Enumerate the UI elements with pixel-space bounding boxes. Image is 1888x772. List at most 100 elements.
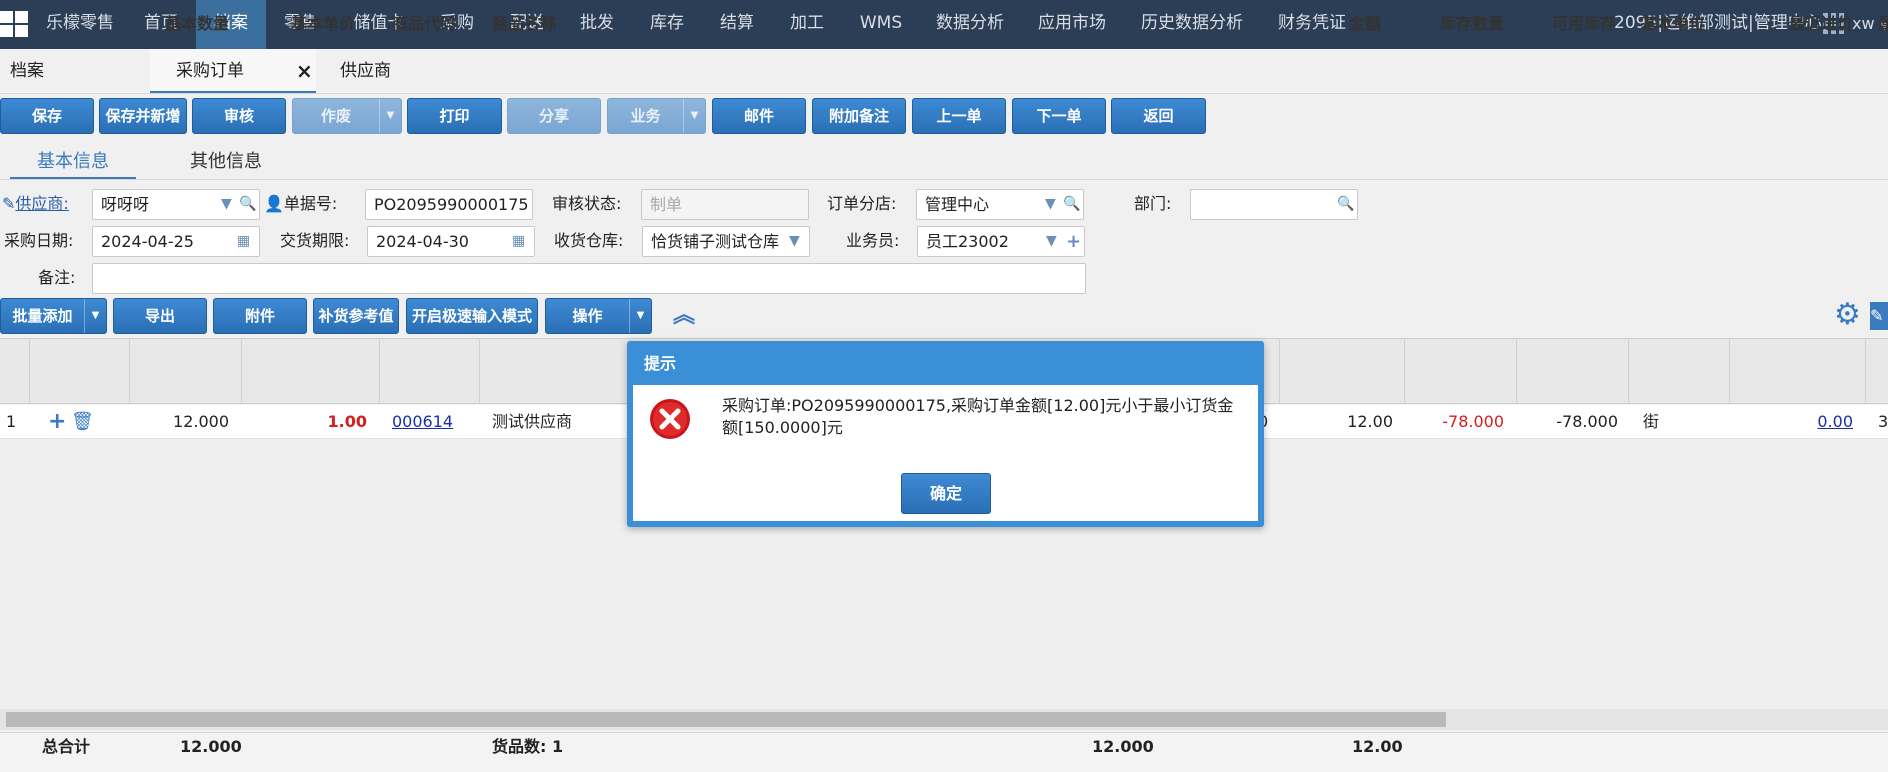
mail-button[interactable]: 邮件 <box>712 98 806 134</box>
dept-field[interactable]: 🔍 <box>1190 189 1358 220</box>
save-button[interactable]: 保存 <box>0 98 94 134</box>
cell-amount[interactable]: 12.00 <box>1279 405 1393 439</box>
tab-other-info[interactable]: 其他信息 <box>176 147 276 179</box>
tab-basic-info[interactable]: 基本信息 <box>10 147 136 179</box>
tab-archive[interactable]: 档案 <box>10 49 140 93</box>
fast-input-button[interactable]: 开启极速输入模式 <box>406 298 538 334</box>
tab-purchase-order-label: 采购订单 <box>176 61 244 81</box>
search-icon[interactable]: 🔍 <box>239 190 256 219</box>
supplier-field[interactable]: 呀呀呀 ▼ 🔍 <box>92 189 260 220</box>
col-header-last-price[interactable]: 最近进价 <box>1729 10 1853 34</box>
chevron-down-icon[interactable]: ▼ <box>221 190 232 219</box>
batch-add-button[interactable]: 批量添加 ▼ <box>0 298 107 334</box>
nav-item-data-analysis[interactable]: 数据分析 <box>928 0 1012 49</box>
share-button[interactable]: 分享 <box>507 98 601 134</box>
ops-button[interactable]: 操作 ▼ <box>545 298 652 334</box>
col-header-base-qty[interactable]: 基本数量 <box>129 10 229 34</box>
horizontal-scrollbar[interactable] <box>0 709 1888 730</box>
add-row-icon[interactable]: + <box>48 405 66 439</box>
gear-icon[interactable]: ⚙ <box>1834 298 1861 332</box>
total-sum-amount: 12.00 <box>1352 737 1403 756</box>
col-divider <box>379 338 380 404</box>
col-divider <box>241 338 242 404</box>
print-button[interactable]: 打印 <box>407 98 502 134</box>
nav-item-brand[interactable]: 乐檬零售 <box>40 0 120 49</box>
chevron-down-icon[interactable]: ▼ <box>1046 227 1057 256</box>
close-icon[interactable]: × <box>296 49 313 93</box>
void-button[interactable]: 作废 ▼ <box>292 98 402 134</box>
delivery-field[interactable]: 2024-04-30 ▦ <box>367 226 535 257</box>
void-dropdown-caret-icon[interactable]: ▼ <box>379 99 401 133</box>
trash-icon[interactable]: 🗑 <box>71 405 94 439</box>
col-header-product-code[interactable]: 商品代码 <box>392 10 456 34</box>
add-icon[interactable]: + <box>1066 227 1081 256</box>
doc-no-field[interactable]: PO2095990000175 <box>365 189 533 220</box>
cell-qty[interactable]: 12.000 <box>129 405 229 439</box>
batch-add-caret-icon[interactable]: ▼ <box>84 299 106 333</box>
cell-product-name[interactable]: 测试供应商 <box>492 405 572 439</box>
search-icon[interactable]: 🔍 <box>1337 190 1354 219</box>
business-button-label: 业务 <box>630 107 661 125</box>
nav-item-wholesale[interactable]: 批发 <box>568 0 626 49</box>
cell-last-price-link[interactable]: 0.00 <box>1729 405 1853 439</box>
tab-supplier[interactable]: 供应商 <box>340 49 480 93</box>
logo-grid-icon[interactable] <box>0 11 30 38</box>
cell-unit[interactable]: 街 <box>1643 405 1659 439</box>
add-user-icon[interactable]: 👤 <box>264 194 284 213</box>
nav-item-wms[interactable]: WMS <box>848 0 914 49</box>
ops-caret-icon[interactable]: ▼ <box>629 299 651 333</box>
scrollbar-thumb[interactable] <box>6 712 1446 727</box>
chevron-down-icon[interactable]: ▼ <box>789 227 800 256</box>
void-button-label: 作废 <box>320 107 351 125</box>
col-header-amount[interactable]: 金额 <box>1279 10 1381 34</box>
add-note-button[interactable]: 附加备注 <box>812 98 906 134</box>
audit-button[interactable]: 审核 <box>192 98 286 134</box>
dept-label: 部门: <box>1134 194 1172 213</box>
total-qty: 12.000 <box>180 737 242 756</box>
total-label: 总合计 <box>42 737 91 756</box>
col-header-base-price[interactable]: 基本单价 <box>241 10 355 34</box>
attachment-button[interactable]: 附件 <box>213 298 307 334</box>
totals-footer: 总合计 12.000 货品数: 1 12.000 12.00 <box>0 732 1888 772</box>
nav-item-history-analysis[interactable]: 历史数据分析 <box>1132 0 1252 49</box>
chevron-down-icon[interactable]: ▼ <box>1045 190 1056 219</box>
col-header-product-name[interactable]: 商品名称 <box>492 10 556 34</box>
back-button[interactable]: 返回 <box>1111 98 1206 134</box>
audit-status-label: 审核状态: <box>552 194 622 213</box>
col-header-base-unit[interactable]: 基本单位 <box>1641 10 1705 34</box>
total-sum-qty: 12.000 <box>1092 737 1154 756</box>
edit-columns-icon[interactable]: ✎ <box>1870 302 1888 330</box>
replenish-ref-button[interactable]: 补货参考值 <box>313 298 399 334</box>
nav-item-processing[interactable]: 加工 <box>778 0 836 49</box>
purchase-date-field[interactable]: 2024-04-25 ▦ <box>92 226 260 257</box>
search-icon[interactable]: 🔍 <box>1063 190 1080 219</box>
next-order-button[interactable]: 下一单 <box>1012 98 1106 134</box>
audit-status-field[interactable]: 制单 <box>641 189 809 220</box>
nav-item-app-market[interactable]: 应用市场 <box>1030 0 1114 49</box>
clerk-field[interactable]: 员工23002 ▼ + <box>917 226 1085 257</box>
cell-product-code-link[interactable]: 000614 <box>392 405 453 439</box>
cell-price[interactable]: 1.00 <box>241 405 367 439</box>
col-header-stock-qty[interactable]: 库存数量 <box>1404 10 1504 34</box>
supplier-label[interactable]: ✎供应商: <box>2 189 69 219</box>
warehouse-field[interactable]: 恰货铺子测试仓库 ▼ <box>642 226 810 257</box>
business-button[interactable]: 业务 ▼ <box>607 98 706 134</box>
collapse-up-icon[interactable]: ︽ <box>673 302 695 330</box>
calendar-icon[interactable]: ▦ <box>512 227 525 256</box>
remark-field[interactable] <box>92 263 1086 294</box>
ok-button[interactable]: 确定 <box>901 473 991 514</box>
nav-item-inventory[interactable]: 库存 <box>638 0 696 49</box>
nav-item-settlement[interactable]: 结算 <box>708 0 766 49</box>
prev-order-button[interactable]: 上一单 <box>912 98 1006 134</box>
cell-stock[interactable]: -78.000 <box>1404 405 1504 439</box>
business-dropdown-caret-icon[interactable]: ▼ <box>683 99 705 133</box>
alert-dialog: 提示 采购订单:PO2095990000175,采购订单金额[12.00]元小于… <box>627 341 1264 527</box>
calendar-icon[interactable]: ▦ <box>237 227 250 256</box>
branch-field[interactable]: 管理中心 ▼ 🔍 <box>916 189 1084 220</box>
export-button[interactable]: 导出 <box>113 298 207 334</box>
tab-purchase-order[interactable]: 采购订单 × <box>150 49 316 93</box>
save-and-new-button[interactable]: 保存并新增 <box>99 98 187 134</box>
col-header-cut[interactable]: 属 <box>1878 10 1888 34</box>
cell-available[interactable]: -78.000 <box>1516 405 1618 439</box>
col-header-available-stock[interactable]: 可用库存 <box>1516 10 1616 34</box>
